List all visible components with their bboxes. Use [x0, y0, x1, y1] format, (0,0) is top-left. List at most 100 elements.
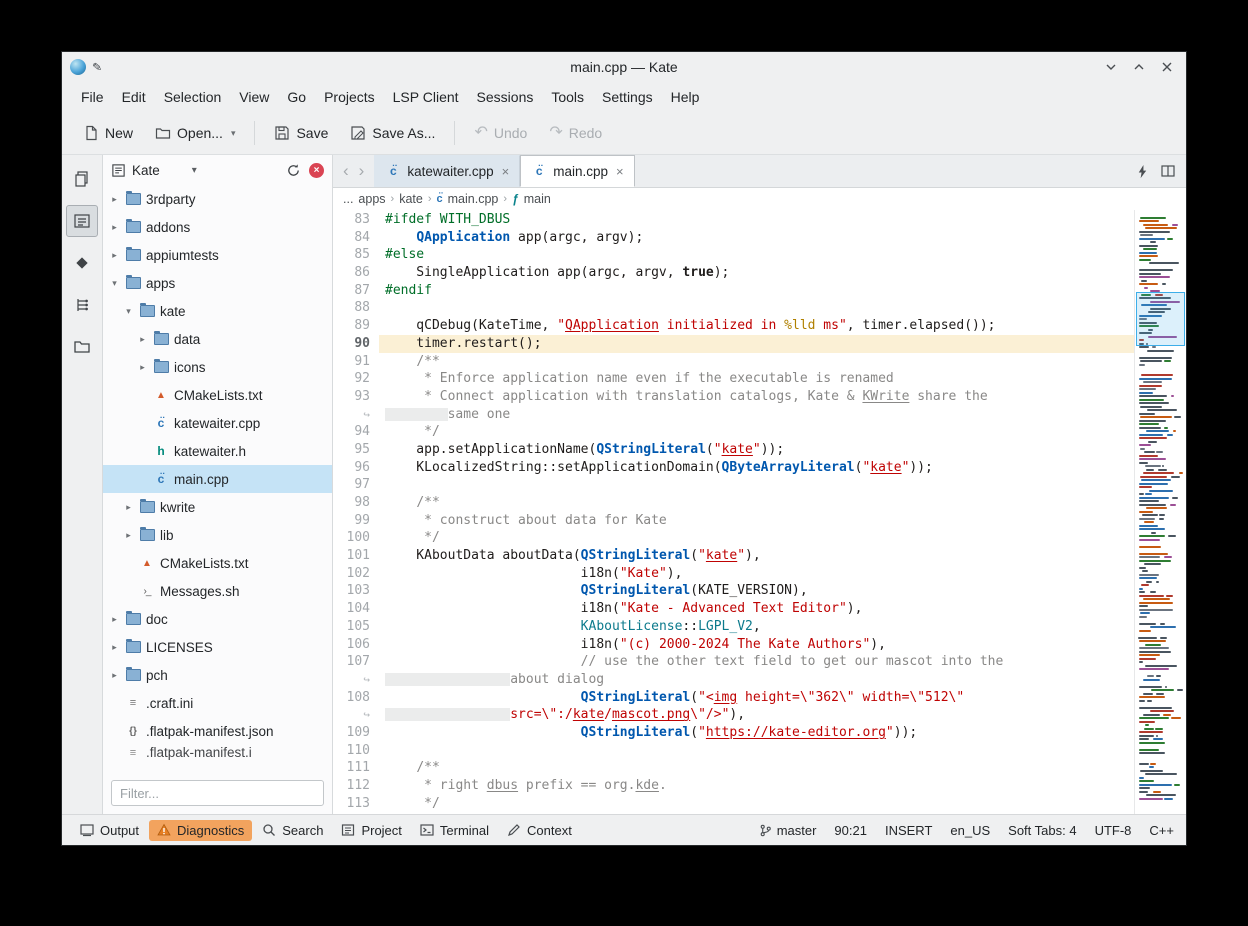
- new-button[interactable]: New: [74, 119, 142, 147]
- terminal-button[interactable]: Terminal: [412, 820, 497, 841]
- sidebar-item-symbols[interactable]: [66, 289, 98, 321]
- menu-view[interactable]: View: [230, 85, 278, 109]
- code-line-103[interactable]: 103 QStringLiteral(KATE_VERSION),: [333, 582, 1134, 600]
- menu-tools[interactable]: Tools: [542, 85, 593, 109]
- menu-settings[interactable]: Settings: [593, 85, 662, 109]
- menu-edit[interactable]: Edit: [113, 85, 155, 109]
- code-line-105[interactable]: 105 KAboutLicense::LGPL_V2,: [333, 618, 1134, 636]
- maximize-button[interactable]: [1132, 60, 1146, 74]
- chevron-right-icon[interactable]: ▸: [109, 670, 120, 681]
- project-button[interactable]: Project: [333, 820, 409, 841]
- code-line-83[interactable]: 83#ifdef WITH_DBUS: [333, 211, 1134, 229]
- tree-item-appiumtests[interactable]: ▸appiumtests: [103, 241, 332, 269]
- output-button[interactable]: Output: [72, 820, 147, 841]
- chevron-right-icon[interactable]: ▸: [109, 614, 120, 625]
- chevron-right-icon[interactable]: ▸: [137, 334, 148, 345]
- chevron-down-icon[interactable]: ▾: [109, 278, 120, 289]
- tree-item-kate[interactable]: ▾kate: [103, 297, 332, 325]
- menu-selection[interactable]: Selection: [155, 85, 231, 109]
- code-lines[interactable]: 83#ifdef WITH_DBUS84 QApplication app(ar…: [333, 210, 1134, 814]
- code-line-wrap[interactable]: ↪same one: [333, 406, 1134, 424]
- tree-item-data[interactable]: ▸data: [103, 325, 332, 353]
- tab-close-icon[interactable]: ×: [616, 164, 624, 179]
- tree-item-apps[interactable]: ▾apps: [103, 269, 332, 297]
- tree-item-cmakelists.txt[interactable]: ▲CMakeLists.txt: [103, 549, 332, 577]
- sidebar-item-projects[interactable]: [66, 205, 98, 237]
- search-button[interactable]: Search: [254, 820, 331, 841]
- open-button[interactable]: Open... ▾: [146, 119, 244, 147]
- tab-main-cpp[interactable]: c̈ main.cpp ×: [520, 155, 634, 187]
- tree-item-pch[interactable]: ▸pch: [103, 661, 332, 689]
- quick-actions-icon[interactable]: [1135, 164, 1150, 179]
- code-line-108[interactable]: 108 QStringLiteral("<img height=\"362\" …: [333, 689, 1134, 707]
- code-line-92[interactable]: 92 * Enforce application name even if th…: [333, 370, 1134, 388]
- close-button[interactable]: [1160, 60, 1174, 74]
- sidebar-item-documents[interactable]: [66, 163, 98, 195]
- code-line-102[interactable]: 102 i18n("Kate"),: [333, 565, 1134, 583]
- code-line-86[interactable]: 86 SingleApplication app(argc, argv, tru…: [333, 264, 1134, 282]
- chevron-right-icon[interactable]: ▸: [123, 502, 134, 513]
- code-line-110[interactable]: 110: [333, 742, 1134, 760]
- code-line-99[interactable]: 99 * construct about data for Kate: [333, 512, 1134, 530]
- tree-item-main.cpp[interactable]: c̈main.cpp: [103, 465, 332, 493]
- code-line-104[interactable]: 104 i18n("Kate - Advanced Text Editor"),: [333, 600, 1134, 618]
- code-line-89[interactable]: 89 qCDebug(KateTime, "QApplication initi…: [333, 317, 1134, 335]
- tab-close-icon[interactable]: ×: [502, 164, 510, 179]
- menu-file[interactable]: File: [72, 85, 113, 109]
- tree-item-.flatpak-manifest.json[interactable]: {}.flatpak-manifest.json: [103, 717, 332, 745]
- project-dropdown-icon[interactable]: ▾: [192, 165, 197, 176]
- refresh-icon[interactable]: [286, 163, 301, 178]
- code-line-98[interactable]: 98 /**: [333, 494, 1134, 512]
- menu-go[interactable]: Go: [278, 85, 315, 109]
- chevron-right-icon[interactable]: ▸: [123, 530, 134, 541]
- code-line-87[interactable]: 87#endif: [333, 282, 1134, 300]
- code-line-95[interactable]: 95 app.setApplicationName(QStringLiteral…: [333, 441, 1134, 459]
- cursor-position[interactable]: 90:21: [834, 823, 867, 838]
- tree-item-.craft.ini[interactable]: ≡.craft.ini: [103, 689, 332, 717]
- save-as-button[interactable]: Save As...: [341, 119, 444, 147]
- breadcrumb-item-kate[interactable]: kate: [399, 192, 423, 206]
- menu-lsp-client[interactable]: LSP Client: [384, 85, 468, 109]
- code-line-111[interactable]: 111 /**: [333, 759, 1134, 777]
- code-line-wrap[interactable]: ↪src=\":/kate/mascot.png\"/>"),: [333, 706, 1134, 724]
- tree-item-licenses[interactable]: ▸LICENSES: [103, 633, 332, 661]
- code-line-113[interactable]: 113 */: [333, 795, 1134, 813]
- tab-katewaiter-cpp[interactable]: c̈ katewaiter.cpp ×: [374, 155, 520, 187]
- code-line-96[interactable]: 96 KLocalizedString::setApplicationDomai…: [333, 459, 1134, 477]
- code-line-109[interactable]: 109 QStringLiteral("https://kate-editor.…: [333, 724, 1134, 742]
- code-line-85[interactable]: 85#else: [333, 246, 1134, 264]
- breadcrumb-item-main[interactable]: main: [524, 192, 551, 206]
- tree-item-katewaiter.h[interactable]: hkatewaiter.h: [103, 437, 332, 465]
- tree-item-3rdparty[interactable]: ▸3rdparty: [103, 185, 332, 213]
- code-line-94[interactable]: 94 */: [333, 423, 1134, 441]
- chevron-right-icon[interactable]: ▸: [109, 194, 120, 205]
- tree-item-katewaiter.cpp[interactable]: c̈katewaiter.cpp: [103, 409, 332, 437]
- encoding[interactable]: UTF-8: [1095, 823, 1132, 838]
- code-line-97[interactable]: 97: [333, 476, 1134, 494]
- code-line-91[interactable]: 91 /**: [333, 353, 1134, 371]
- minimize-button[interactable]: [1104, 60, 1118, 74]
- git-branch-indicator[interactable]: master: [759, 823, 817, 838]
- tree-item-doc[interactable]: ▸doc: [103, 605, 332, 633]
- highlight-mode[interactable]: C++: [1149, 823, 1174, 838]
- tree-item-addons[interactable]: ▸addons: [103, 213, 332, 241]
- diagnostics-button[interactable]: Diagnostics: [149, 820, 252, 841]
- sidebar-item-git[interactable]: [66, 247, 98, 279]
- code-line-101[interactable]: 101 KAboutData aboutData(QStringLiteral(…: [333, 547, 1134, 565]
- code-line-100[interactable]: 100 */: [333, 529, 1134, 547]
- chevron-right-icon[interactable]: ▸: [137, 362, 148, 373]
- menu-projects[interactable]: Projects: [315, 85, 384, 109]
- menu-help[interactable]: Help: [662, 85, 709, 109]
- chevron-right-icon[interactable]: ▸: [109, 250, 120, 261]
- sidebar-item-filesystem[interactable]: [66, 331, 98, 363]
- tree-item-cmakelists.txt[interactable]: ▲CMakeLists.txt: [103, 381, 332, 409]
- dictionary[interactable]: en_US: [950, 823, 990, 838]
- tree-item-.flatpak-manifest.i[interactable]: ≡.flatpak-manifest.i: [103, 745, 332, 760]
- code-line-107[interactable]: 107 // use the other text field to get o…: [333, 653, 1134, 671]
- chevron-down-icon[interactable]: ▾: [123, 306, 134, 317]
- save-button[interactable]: Save: [265, 119, 337, 147]
- titlebar[interactable]: ✏ main.cpp — Kate: [62, 52, 1186, 82]
- input-mode[interactable]: INSERT: [885, 823, 932, 838]
- split-view-icon[interactable]: [1160, 163, 1176, 179]
- code-line-106[interactable]: 106 i18n("(c) 2000-2024 The Kate Authors…: [333, 636, 1134, 654]
